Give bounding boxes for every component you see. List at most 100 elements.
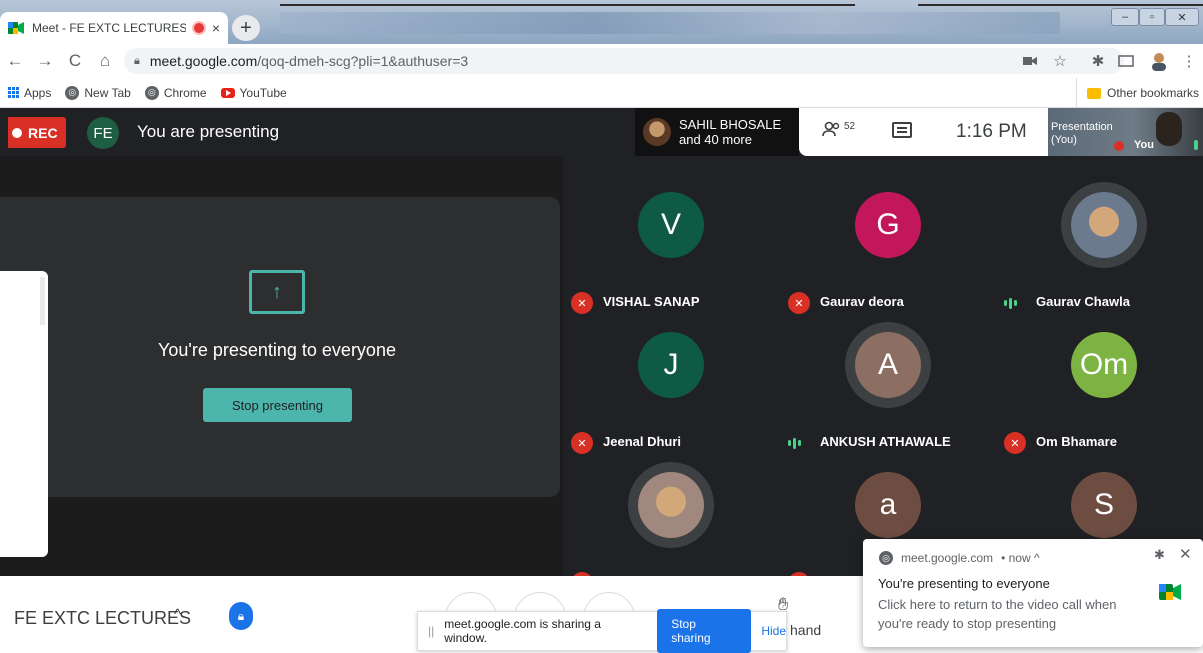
bookmark-chrome[interactable]: ◎ Chrome (144, 85, 207, 100)
extensions-icon[interactable]: ✱ (1088, 48, 1108, 74)
participant-name: Om Bhamare (1036, 434, 1117, 449)
window-maximize-button[interactable]: ▫ (1139, 8, 1165, 26)
chat-icon[interactable] (892, 122, 912, 138)
star-icon[interactable]: ☆ (1050, 48, 1070, 74)
home-button[interactable]: ⌂ (90, 46, 120, 76)
participant-tile[interactable]: V ✕ VISHAL SANAP (563, 184, 776, 324)
self-tile-label: Presentation (You) (1051, 121, 1113, 147)
participant-name: VISHAL SANAP (603, 294, 700, 309)
participant-tile[interactable]: G ✕ Gaurav deora (780, 184, 993, 324)
titlebar-divider (280, 4, 855, 6)
bookmark-label: Apps (24, 85, 52, 100)
raise-hand-label[interactable]: hand (790, 622, 821, 638)
chrome-icon: ◎ (879, 551, 893, 565)
participant-photo (1071, 192, 1137, 258)
muted-icon (1114, 141, 1124, 151)
tab-title: Meet - FE EXTC LECTURES (32, 21, 186, 35)
mic-muted-icon: ✕ (1004, 432, 1026, 454)
meet-logo-icon (8, 22, 24, 34)
self-video (1156, 112, 1182, 146)
window-minimize-button[interactable]: – (1111, 8, 1139, 26)
meeting-name[interactable]: FE EXTC LECTURES (14, 608, 191, 629)
participant-tile[interactable]: J ✕ Jeenal Dhuri (563, 324, 776, 464)
lock-icon: 🔒︎ (134, 54, 140, 67)
menu-icon[interactable]: ⋮ (1182, 48, 1197, 74)
bookmark-label: Chrome (163, 85, 207, 100)
participant-tile[interactable]: A ANKUSH ATHAWALE (780, 324, 993, 464)
participant-photo (638, 472, 704, 538)
participant-name: Gaurav Chawla (1036, 294, 1130, 309)
participant-avatar: Om (1071, 332, 1137, 398)
other-bookmarks[interactable]: Other bookmarks (1076, 78, 1199, 108)
people-icon (822, 121, 840, 137)
participant-tile[interactable]: Om ✕ Om Bhamare (996, 324, 1203, 464)
camera-icon[interactable] (1020, 48, 1040, 74)
new-tab-button[interactable]: + (232, 15, 260, 41)
present-screen-icon: ↑ (249, 270, 305, 314)
address-bar[interactable]: 🔒︎ meet.google.com/qoq-dmeh-scg?pli=1&au… (124, 48, 1124, 74)
participant-avatar: J (638, 332, 704, 398)
presenting-status: You are presenting (137, 122, 280, 141)
participant-name: ANKUSH ATHAWALE (820, 434, 951, 449)
audio-level-icon (1194, 140, 1198, 150)
record-dot-icon (12, 127, 22, 138)
recording-indicator-icon (193, 23, 204, 33)
participant-name: Jeenal Dhuri (603, 434, 682, 449)
tab-close-icon[interactable]: × (212, 20, 220, 36)
bookmark-apps[interactable]: Apps (8, 86, 51, 100)
participant-strip-more: and 40 more (679, 132, 752, 147)
drag-handle-icon[interactable]: || (428, 624, 434, 638)
sharing-message: meet.google.com is sharing a window. (444, 617, 601, 645)
mic-muted-icon: ✕ (571, 292, 593, 314)
speaking-indicator-icon (1004, 297, 1024, 309)
url-path: /qoq-dmeh-scg?pli=1&authuser=3 (257, 53, 469, 69)
globe-icon: ◎ (144, 85, 159, 100)
stop-presenting-button[interactable]: Stop presenting (203, 388, 352, 422)
presenting-message: You're presenting to everyone (158, 340, 396, 360)
bookmark-new-tab[interactable]: ◎ New Tab (65, 85, 131, 100)
profile-icon[interactable] (1148, 48, 1170, 74)
notification-body: Click here to return to the video call w… (878, 597, 1117, 631)
meeting-clock: 1:16 PM (956, 121, 1027, 142)
people-button[interactable]: 52 (822, 121, 855, 137)
participant-avatar: S (1071, 472, 1137, 538)
self-you-label: You (1134, 139, 1154, 151)
other-bookmarks-label: Other bookmarks (1107, 86, 1200, 100)
bookmark-label: New Tab (84, 85, 131, 100)
bookmark-youtube[interactable]: YouTube (220, 85, 287, 100)
chevron-up-icon[interactable]: ^ (174, 606, 181, 623)
mic-muted-icon: ✕ (788, 292, 810, 314)
hide-link[interactable]: Hide (761, 624, 786, 638)
participant-avatar: a (855, 472, 921, 538)
meet-logo-icon (1159, 583, 1181, 601)
stop-sharing-button[interactable]: Stop sharing (657, 609, 752, 653)
self-tile-line2: (You) (1051, 134, 1077, 146)
speaking-indicator-icon (788, 437, 808, 449)
apps-grid-icon (8, 87, 19, 98)
rec-label: REC (28, 124, 58, 141)
participant-tile[interactable]: Gaurav Chawla (996, 184, 1203, 324)
bookmarks-bar: Apps ◎ New Tab ◎ Chrome YouTube (0, 78, 1203, 108)
close-icon[interactable]: ✕ (1179, 545, 1192, 563)
bookmark-label: YouTube (239, 85, 287, 100)
people-count: 52 (844, 121, 856, 132)
presenter-avatar: FE (87, 117, 119, 149)
participants-strip[interactable]: SAHIL BHOSALE and 40 more (635, 108, 799, 156)
window-close-button[interactable]: ✕ (1165, 8, 1199, 26)
self-view-tile[interactable]: Presentation (You) You (1048, 108, 1203, 156)
preview-scrollbar[interactable] (40, 277, 45, 325)
reload-button[interactable]: C (60, 46, 90, 76)
titlebar-divider (918, 4, 1203, 6)
notification-time: • now ^ (1001, 551, 1040, 565)
forward-button[interactable]: → (30, 46, 60, 76)
participant-strip-name: SAHIL BHOSALE (679, 117, 782, 132)
back-button[interactable]: ← (0, 46, 30, 76)
security-shield-icon[interactable]: 🔒︎ (229, 602, 253, 630)
participant-avatar: G (855, 192, 921, 258)
cast-icon[interactable] (1116, 48, 1136, 74)
gear-icon[interactable]: ✱ (1154, 547, 1165, 563)
system-notification[interactable]: ◎ meet.google.com • now ^ ✱ ✕ You're pre… (863, 539, 1203, 647)
notification-title: You're presenting to everyone (878, 576, 1050, 591)
notification-source: ◎ meet.google.com • now ^ (879, 551, 1040, 565)
browser-tab[interactable]: Meet - FE EXTC LECTURES × (0, 12, 228, 44)
